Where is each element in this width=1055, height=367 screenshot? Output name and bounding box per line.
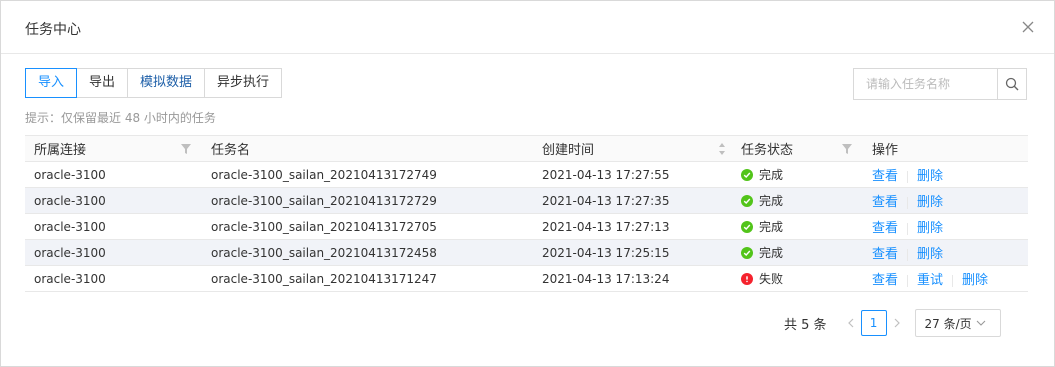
divider (907, 274, 909, 287)
next-page-icon[interactable] (887, 310, 907, 336)
page-number-current[interactable]: 1 (860, 310, 887, 336)
divider (907, 170, 909, 183)
modal-header: 任务中心 (1, 1, 1054, 54)
divider (952, 274, 954, 287)
search-input[interactable] (853, 68, 998, 100)
cell-connection: oracle-3100 (25, 213, 202, 240)
cell-status: 完成 (732, 239, 863, 266)
cell-connection: oracle-3100 (25, 265, 202, 292)
error-icon (741, 272, 753, 285)
status-text: 完成 (759, 246, 784, 260)
export-button[interactable]: 导出 (76, 68, 129, 98)
cell-connection: oracle-3100 (25, 187, 202, 214)
filter-icon[interactable] (841, 143, 853, 155)
cell-actions: 查看 删除 (863, 239, 1028, 266)
cell-created-time: 2021-04-13 17:27:35 (533, 187, 732, 214)
task-center-modal: 任务中心 导入 导出 模拟数据 异步执行 提示：仅保留最近 48 小时内的任务 … (0, 0, 1055, 367)
cell-actions: 查看 删除 (863, 161, 1028, 188)
status-text: 失败 (759, 272, 784, 286)
prev-page-icon[interactable] (841, 310, 861, 336)
retention-tip: 提示：仅保留最近 48 小时内的任务 (25, 111, 216, 125)
table-row: oracle-3100 oracle-3100_sailan_202104131… (25, 187, 1028, 214)
cell-created-time: 2021-04-13 17:27:55 (533, 161, 732, 188)
divider (907, 222, 909, 235)
cell-status: 失败 (732, 265, 863, 292)
status-text: 完成 (759, 168, 784, 182)
success-icon (741, 220, 753, 233)
search-button[interactable] (997, 68, 1027, 100)
search-icon (1005, 77, 1019, 91)
total-count: 共 5 条 (784, 317, 827, 333)
delete-link[interactable]: 删除 (917, 221, 943, 236)
cell-task-name: oracle-3100_sailan_20210413172749 (202, 161, 533, 188)
column-header-status: 任务状态 (732, 135, 863, 162)
divider (907, 196, 909, 209)
cell-task-name: oracle-3100_sailan_20210413171247 (202, 265, 533, 292)
column-header-task-name: 任务名 (202, 135, 533, 162)
view-link[interactable]: 查看 (872, 169, 898, 184)
cell-status: 完成 (732, 187, 863, 214)
sort-icon[interactable] (718, 142, 726, 156)
view-link[interactable]: 查看 (872, 273, 898, 288)
async-exec-button[interactable]: 异步执行 (204, 68, 283, 98)
cell-connection: oracle-3100 (25, 161, 202, 188)
close-icon[interactable] (1020, 19, 1036, 35)
view-link[interactable]: 查看 (872, 221, 898, 236)
table-row: oracle-3100 oracle-3100_sailan_202104131… (25, 239, 1028, 266)
table-header-row: 所属连接 任务名 创建时间 任务状态 操作 (25, 135, 1028, 162)
table-row: oracle-3100 oracle-3100_sailan_202104131… (25, 213, 1028, 240)
status-text: 完成 (759, 194, 784, 208)
column-header-created-time: 创建时间 (533, 135, 732, 162)
cell-task-name: oracle-3100_sailan_20210413172729 (202, 187, 533, 214)
column-header-actions: 操作 (863, 135, 1028, 162)
cell-created-time: 2021-04-13 17:27:13 (533, 213, 732, 240)
view-link[interactable]: 查看 (872, 247, 898, 262)
cell-created-time: 2021-04-13 17:25:15 (533, 239, 732, 266)
pagination: 共 5 条 1 27 条/页 (784, 309, 1001, 337)
table-row: oracle-3100 oracle-3100_sailan_202104131… (25, 265, 1028, 292)
chevron-down-icon (976, 320, 986, 326)
filter-icon[interactable] (180, 143, 192, 155)
retry-link[interactable]: 重试 (917, 273, 943, 288)
divider (907, 248, 909, 261)
page-size-select[interactable]: 27 条/页 (914, 309, 1001, 337)
column-header-connection: 所属连接 (25, 135, 202, 162)
delete-link[interactable]: 删除 (962, 273, 988, 288)
import-button[interactable]: 导入 (25, 68, 78, 98)
task-table: 所属连接 任务名 创建时间 任务状态 操作 oracle-3100 oracle… (25, 135, 1028, 292)
page-size-value: 27 条/页 (924, 316, 972, 331)
status-text: 完成 (759, 220, 784, 234)
cell-actions: 查看 删除 (863, 213, 1028, 240)
view-link[interactable]: 查看 (872, 195, 898, 210)
cell-task-name: oracle-3100_sailan_20210413172458 (202, 239, 533, 266)
delete-link[interactable]: 删除 (917, 169, 943, 184)
toolbar: 导入 导出 模拟数据 异步执行 (25, 68, 283, 98)
delete-link[interactable]: 删除 (917, 247, 943, 262)
mock-data-button[interactable]: 模拟数据 (127, 68, 206, 98)
cell-status: 完成 (732, 213, 863, 240)
search-box (853, 68, 1027, 100)
cell-actions: 查看 重试 删除 (863, 265, 1028, 292)
cell-actions: 查看 删除 (863, 187, 1028, 214)
cell-status: 完成 (732, 161, 863, 188)
success-icon (741, 168, 753, 181)
cell-created-time: 2021-04-13 17:13:24 (533, 265, 732, 292)
table-row: oracle-3100 oracle-3100_sailan_202104131… (25, 161, 1028, 188)
cell-connection: oracle-3100 (25, 239, 202, 266)
success-icon (741, 194, 753, 207)
delete-link[interactable]: 删除 (917, 195, 943, 210)
cell-task-name: oracle-3100_sailan_20210413172705 (202, 213, 533, 240)
modal-title: 任务中心 (25, 22, 81, 38)
success-icon (741, 246, 753, 259)
